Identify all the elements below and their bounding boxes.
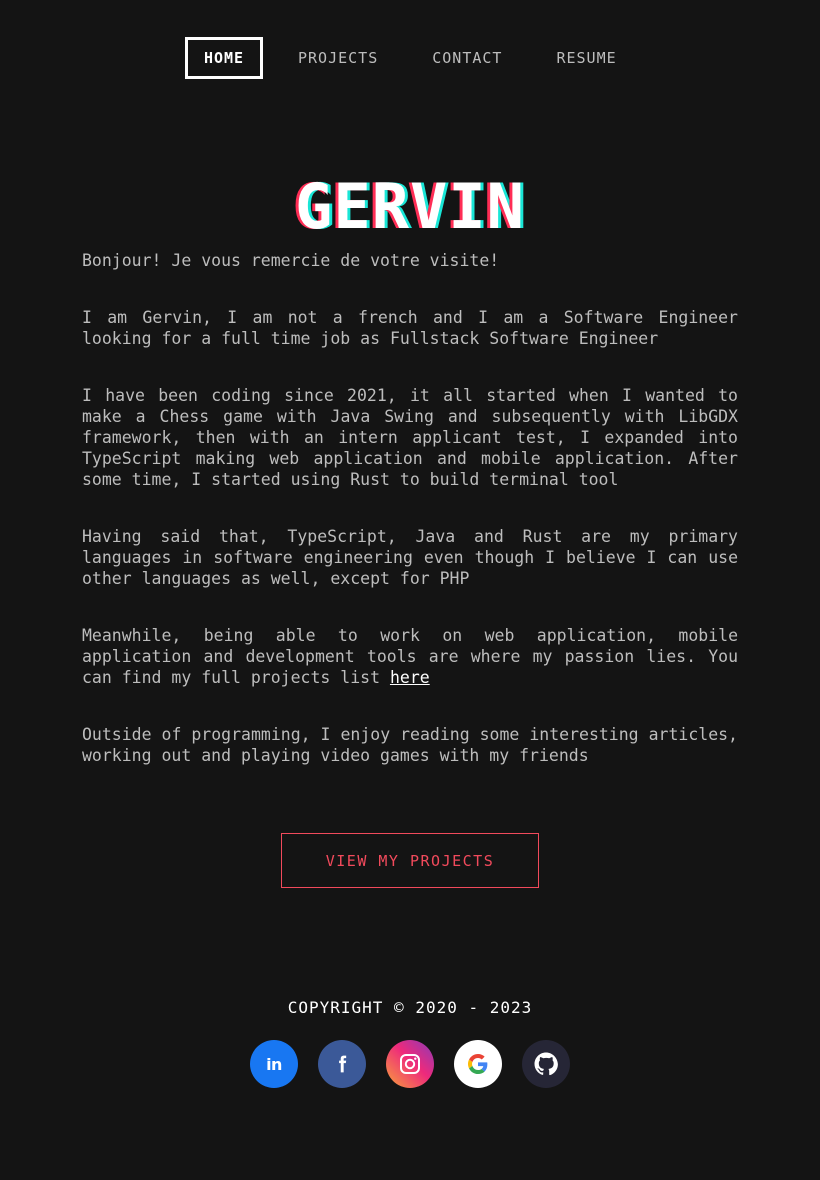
nav-projects[interactable]: PROJECTS bbox=[298, 37, 378, 79]
linkedin-link[interactable]: in bbox=[250, 1040, 298, 1088]
about-content: Bonjour! Je vous remercie de votre visit… bbox=[82, 250, 738, 802]
greeting-paragraph: Bonjour! Je vous remercie de votre visit… bbox=[82, 251, 500, 270]
instagram-icon bbox=[400, 1054, 420, 1074]
github-icon bbox=[534, 1052, 558, 1076]
instagram-link[interactable] bbox=[386, 1040, 434, 1088]
facebook-link[interactable] bbox=[318, 1040, 366, 1088]
page-title: GERVIN bbox=[295, 169, 525, 243]
nav-home[interactable]: HOME bbox=[185, 37, 263, 79]
nav-contact[interactable]: CONTACT bbox=[432, 37, 502, 79]
nav-resume[interactable]: RESUME bbox=[556, 37, 616, 79]
google-link[interactable] bbox=[454, 1040, 502, 1088]
copyright-text: COPYRIGHT © 2020 - 2023 bbox=[287, 998, 533, 1017]
hobbies-paragraph: Outside of programming, I enjoy reading … bbox=[82, 725, 738, 765]
social-links: in bbox=[250, 1040, 570, 1088]
linkedin-icon: in bbox=[266, 1054, 282, 1074]
view-projects-button[interactable]: VIEW MY PROJECTS bbox=[281, 833, 539, 888]
languages-paragraph: Having said that, TypeScript, Java and R… bbox=[82, 527, 738, 588]
facebook-icon bbox=[339, 1055, 347, 1073]
github-link[interactable] bbox=[522, 1040, 570, 1088]
history-paragraph: I have been coding since 2021, it all st… bbox=[82, 386, 738, 489]
intro-paragraph: I am Gervin, I am not a french and I am … bbox=[82, 308, 738, 348]
google-icon bbox=[468, 1054, 488, 1074]
passion-paragraph: Meanwhile, being able to work on web app… bbox=[82, 625, 738, 688]
projects-here-link[interactable]: here bbox=[390, 668, 430, 687]
main-nav: HOME PROJECTS CONTACT RESUME bbox=[185, 37, 617, 79]
